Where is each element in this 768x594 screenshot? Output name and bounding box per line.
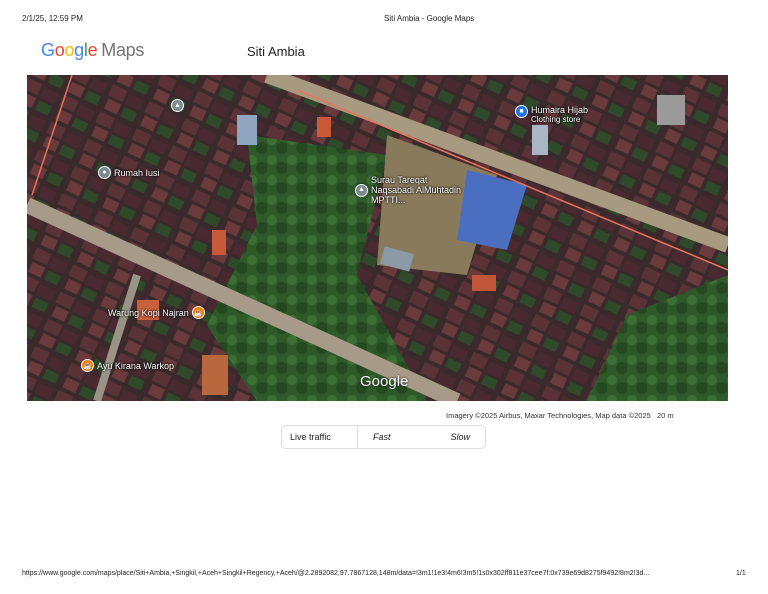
map-pin-humaira-hijab[interactable]: ■ Humaira Hijab Clothing store (515, 105, 588, 124)
logo-maps: Maps (101, 40, 145, 60)
cafe-icon: ☕ (81, 359, 94, 372)
shopping-bag-icon: ■ (515, 105, 528, 118)
print-datetime: 2/1/25, 12:59 PM (22, 14, 83, 23)
map-attribution: Imagery ©2025 Airbus, Maxar Technologies… (446, 411, 651, 420)
satellite-map[interactable]: ▲ ● Rumah Iusi ▲ Surau Tareqat Naqsabadi A… (27, 75, 728, 401)
school-icon: ▲ (171, 99, 184, 112)
place-pin-icon: ● (98, 166, 111, 179)
cafe-icon: ☕ (191, 306, 205, 319)
map-pin-surau[interactable]: ▲ Surau Tareqat Naqsabadi AlMuhtadin MPTT… (355, 175, 469, 205)
print-page-title: Siti Ambia - Google Maps (384, 14, 475, 23)
google-watermark: Google (360, 373, 409, 390)
school-icon: ▲ (355, 183, 368, 197)
logo-google: Google (41, 40, 98, 60)
traffic-fast-label: Fast (373, 432, 391, 442)
map-pin-rumah-iusi[interactable]: ● Rumah Iusi (98, 166, 160, 179)
satellite-imagery (27, 75, 728, 401)
print-url: https://www.google.com/maps/place/Siti+A… (22, 570, 650, 577)
map-pin-warung-kopi-najran[interactable]: Warung Kopi Najran ☕ (108, 306, 205, 319)
traffic-slow-label: Slow (450, 432, 471, 442)
google-maps-logo[interactable]: Google Maps (41, 40, 144, 61)
map-pin-ayu-kirana-warkop[interactable]: ☕ Ayu Kirana Warkop (81, 359, 174, 372)
traffic-legend: Live traffic Fast Slow (281, 425, 486, 449)
map-pin-school[interactable]: ▲ (171, 99, 184, 112)
place-title: Siti Ambia (247, 44, 305, 59)
print-page-number: 1/1 (736, 570, 746, 577)
live-traffic-label: Live traffic (282, 426, 358, 448)
map-scale: 20 m (657, 411, 674, 420)
